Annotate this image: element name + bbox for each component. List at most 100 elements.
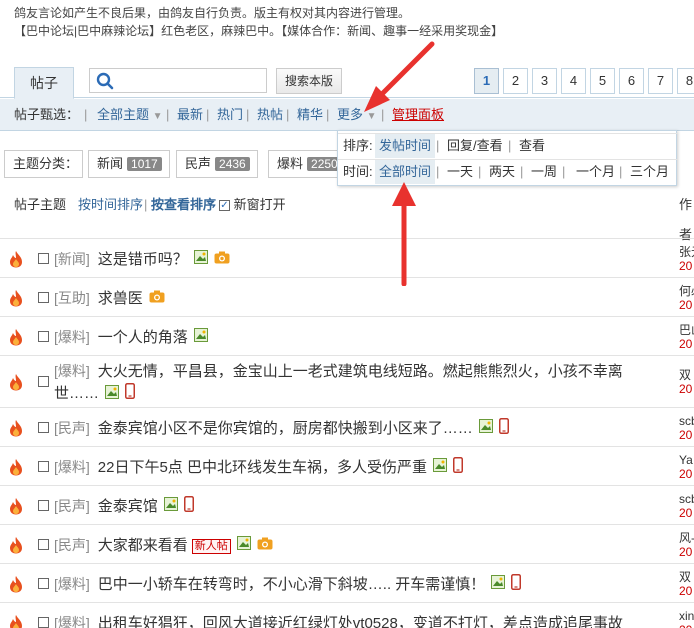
thread-checkbox[interactable]: [38, 422, 49, 433]
sort-post-time[interactable]: 发帖时间: [375, 134, 436, 158]
sort-label: 排序:: [343, 138, 373, 153]
thread-category[interactable]: [民声]: [54, 420, 90, 436]
thread-row[interactable]: [民声] 金泰宾馆 scb20: [0, 485, 694, 524]
thread-title-link[interactable]: 金泰宾馆: [98, 498, 158, 515]
thread-checkbox[interactable]: [38, 617, 49, 628]
time-three-months[interactable]: 三个月: [630, 160, 669, 184]
divider: |: [166, 107, 170, 122]
filter-hot-posts[interactable]: 热帖: [257, 99, 283, 131]
thread-title-link[interactable]: 出租车好猖狂，回风大道接近红绿灯处vt0528，变道不打灯，差点造成追尾事故: [98, 615, 623, 628]
filter-all-topics[interactable]: 全部主题 ▼: [97, 99, 163, 133]
filter-latest[interactable]: 最新: [177, 99, 203, 131]
thread-checkbox[interactable]: [38, 376, 49, 387]
page-7[interactable]: 7: [648, 68, 673, 94]
page-4[interactable]: 4: [561, 68, 586, 94]
page-6[interactable]: 6: [619, 68, 644, 94]
image-attachment-icon: [432, 457, 447, 479]
page-3[interactable]: 3: [532, 68, 557, 94]
mobile-post-icon: [511, 573, 522, 597]
divider: |: [84, 107, 88, 122]
author-name-link[interactable]: 何必: [679, 284, 694, 298]
page-1[interactable]: 1: [474, 68, 499, 94]
thread-category[interactable]: [爆料]: [54, 615, 90, 628]
time-one-day[interactable]: 一天: [447, 160, 473, 184]
thread-title-link[interactable]: 一个人的角落: [98, 329, 188, 346]
divider: |: [436, 138, 440, 153]
new-window-checkbox[interactable]: ✓ 新窗打开: [219, 190, 286, 220]
thread-author: 张元20: [679, 245, 694, 273]
thread-category[interactable]: [民声]: [54, 537, 90, 553]
author-name-link[interactable]: 双: [679, 368, 692, 382]
thread-title-link[interactable]: 金泰宾馆小区不是你宾馆的，厨房都快搬到小区来了……: [98, 420, 473, 437]
category-voice[interactable]: 民声 2436: [176, 150, 258, 178]
author-name-link[interactable]: 风-: [679, 531, 694, 545]
sort-view[interactable]: 查看: [519, 134, 545, 158]
thread-title-link[interactable]: 巴中一小轿车在转弯时，不小心滑下斜坡….. 开车需谨慎！: [98, 576, 486, 593]
thread-category[interactable]: [爆料]: [54, 363, 90, 379]
thread-category[interactable]: [互助]: [54, 290, 90, 306]
thread-content: [爆料] 22日下午5点 巴中北环线发生车祸，多人受伤严重: [54, 456, 624, 480]
search-board-button[interactable]: 搜索本版: [276, 68, 342, 94]
page-2[interactable]: 2: [503, 68, 528, 94]
author-name-link[interactable]: 巴山: [679, 323, 694, 337]
time-one-week[interactable]: 一周: [531, 160, 557, 184]
category-news[interactable]: 新闻 1017: [88, 150, 170, 178]
thread-checkbox[interactable]: [38, 331, 49, 342]
thread-row[interactable]: [新闻] 这是错币吗？ 张元20: [0, 238, 694, 277]
sort-by-view-link[interactable]: 按查看排序: [151, 190, 216, 220]
author-name-link[interactable]: Ya: [679, 453, 693, 467]
thread-row[interactable]: [爆料] 22日下午5点 巴中北环线发生车祸，多人受伤严重 Ya 20: [0, 446, 694, 485]
tab-posts[interactable]: 帖子: [14, 67, 74, 99]
thread-title-link[interactable]: 求兽医: [98, 290, 143, 307]
thread-title-link[interactable]: 大火无情，平昌县，金宝山上一老式建筑电线短路。燃起熊熊烈火，小孩不幸离世……: [54, 363, 623, 402]
thread-row[interactable]: [爆料] 大火无情，平昌县，金宝山上一老式建筑电线短路。燃起熊熊烈火，小孩不幸离世…: [0, 355, 694, 407]
thread-row[interactable]: [互助] 求兽医 何必20: [0, 277, 694, 316]
hot-fire-icon: [8, 250, 24, 268]
notice-line-2: 【巴中论坛|巴中麻辣论坛】红色老区，麻辣巴中。【媒体合作：新闻、趣事一经采用奖现…: [14, 24, 504, 38]
thread-checkbox[interactable]: [38, 461, 49, 472]
thread-author: 双 20: [679, 570, 692, 598]
divider: |: [520, 164, 524, 179]
thread-checkbox[interactable]: [38, 578, 49, 589]
sort-by-time-link[interactable]: 按时间排序: [78, 190, 143, 220]
time-two-days[interactable]: 两天: [489, 160, 515, 184]
mobile-post-icon: [183, 495, 194, 519]
thread-checkbox[interactable]: [38, 500, 49, 511]
thread-checkbox[interactable]: [38, 253, 49, 264]
thread-title-link[interactable]: 大家都来看看: [98, 537, 188, 554]
thread-content: [民声] 金泰宾馆小区不是你宾馆的，厨房都快搬到小区来了……: [54, 417, 624, 441]
thread-category[interactable]: [爆料]: [54, 576, 90, 592]
sort-reply-view[interactable]: 回复/查看: [447, 134, 503, 158]
time-one-month[interactable]: 一个月: [576, 160, 615, 184]
image-attachment-icon: [105, 384, 120, 406]
author-name-link[interactable]: scb: [679, 492, 694, 506]
thread-row[interactable]: [爆料] 出租车好猖狂，回风大道接近红绿灯处vt0528，变道不打灯，差点造成追尾…: [0, 602, 694, 628]
camera-icon: [214, 249, 230, 271]
image-attachment-icon: [193, 249, 208, 271]
thread-row[interactable]: [民声] 金泰宾馆小区不是你宾馆的，厨房都快搬到小区来了…… scb20: [0, 407, 694, 446]
search-input[interactable]: [89, 68, 267, 93]
filter-hot[interactable]: 热门: [217, 99, 243, 131]
thread-category[interactable]: [新闻]: [54, 251, 90, 267]
author-name-link[interactable]: 双: [679, 570, 692, 584]
thread-category[interactable]: [爆料]: [54, 329, 90, 345]
post-date: 20: [679, 506, 693, 520]
thread-title-link[interactable]: 这是错币吗？: [98, 251, 188, 268]
thread-checkbox[interactable]: [38, 539, 49, 550]
page-5[interactable]: 5: [590, 68, 615, 94]
thread-category[interactable]: [民声]: [54, 498, 90, 514]
author-name-link[interactable]: xin: [679, 609, 694, 623]
category-leak[interactable]: 爆料 2250: [268, 150, 340, 178]
thread-title-link[interactable]: 22日下午5点 巴中北环线发生车祸，多人受伤严重: [98, 459, 427, 476]
thread-checkbox[interactable]: [38, 292, 49, 303]
thread-list: [新闻]这是错币吗？张元20[互助]求兽医何必20[爆料]一个人的角落巴山20[…: [0, 238, 694, 628]
thread-row[interactable]: [民声] 大家都来看看 新人帖 风- 20: [0, 524, 694, 563]
thread-row[interactable]: [爆料] 一个人的角落 巴山20: [0, 316, 694, 355]
post-date: 20: [679, 623, 694, 628]
author-name-link[interactable]: 张元: [679, 245, 694, 259]
author-name-link[interactable]: scb: [679, 414, 694, 428]
page-8[interactable]: 8: [677, 68, 694, 94]
thread-row[interactable]: [爆料] 巴中一小轿车在转弯时，不小心滑下斜坡….. 开车需谨慎！ 双 20: [0, 563, 694, 602]
filter-digest[interactable]: 精华: [297, 99, 323, 131]
thread-category[interactable]: [爆料]: [54, 459, 90, 475]
